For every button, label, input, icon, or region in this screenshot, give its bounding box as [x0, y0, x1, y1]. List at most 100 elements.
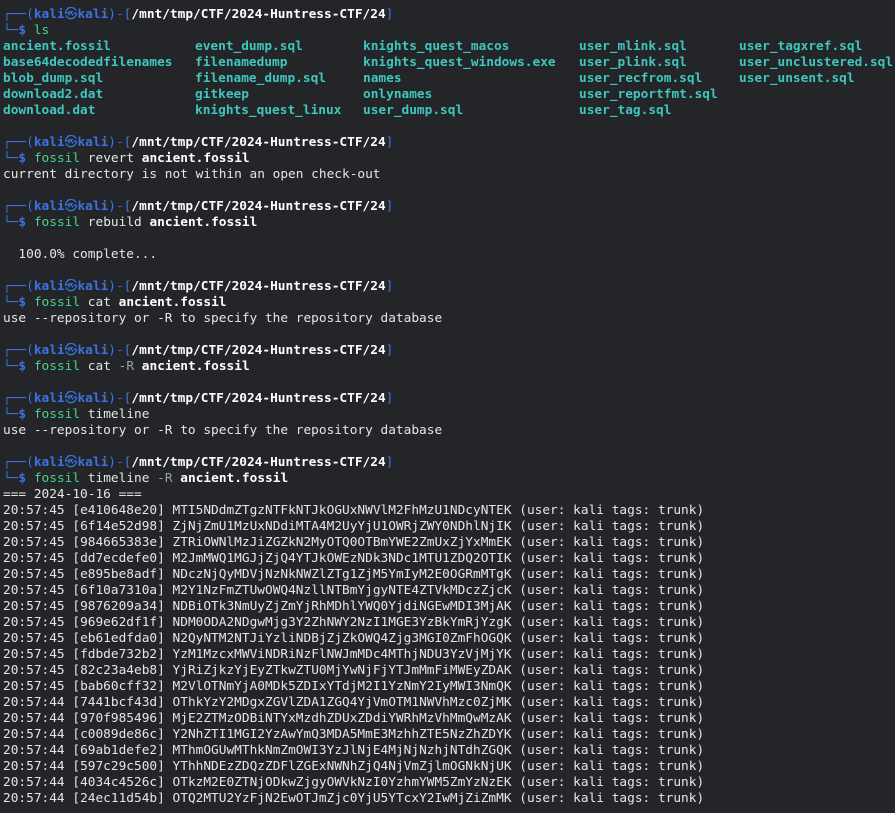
label: tags:: [604, 775, 658, 790]
timeline-user: kali: [573, 647, 604, 662]
command-arg: timeline: [87, 471, 150, 486]
bracket: ): [696, 759, 705, 774]
timeline-entry: 20:57:44 [69ab1defe2] MThmOGUwMThkNmZmOW…: [3, 743, 895, 759]
prompt-dollar: $: [18, 471, 34, 486]
prompt-cwd: /mnt/tmp/CTF/2024-Huntress-CTF/24: [131, 455, 386, 470]
bracket: [: [64, 759, 81, 774]
ls-file-item: user_recfrom.sql: [579, 71, 703, 86]
bracket: ]: [157, 567, 173, 582]
prompt-dollar: $: [18, 151, 34, 166]
prompt-user: kali: [33, 279, 65, 294]
timeline-hash: 597c29c500: [80, 759, 158, 774]
timeline-date-header: === 2024-10-16 ===: [3, 487, 895, 503]
prompt-box-char: ]: [385, 135, 394, 150]
command-name: fossil: [33, 151, 81, 166]
timeline-time: 20:57:44: [3, 727, 65, 742]
command-arg: timeline: [87, 407, 150, 422]
prompt-cwd: /mnt/tmp/CTF/2024-Huntress-CTF/24: [131, 391, 386, 406]
timeline-hash: bab60cff32: [80, 679, 158, 694]
bracket: ): [696, 503, 705, 518]
label: (user:: [511, 791, 574, 806]
prompt-cwd: /mnt/tmp/CTF/2024-Huntress-CTF/24: [131, 279, 386, 294]
label: tags:: [604, 727, 658, 742]
label: (user:: [511, 631, 574, 646]
bracket: [: [64, 743, 81, 758]
command-arg: cat: [87, 295, 111, 310]
ls-file-item: event_dump.sql: [195, 39, 303, 54]
bracket: ): [696, 679, 705, 694]
timeline-date: === 2024-10-16 ===: [3, 487, 142, 502]
timeline-entry: 20:57:45 [6f10a7310a] M2Y1NzFmZTUwOWQ4Nz…: [3, 583, 895, 599]
bracket: [: [64, 695, 81, 710]
prompt-cwd: /mnt/tmp/CTF/2024-Huntress-CTF/24: [131, 343, 386, 358]
timeline-hash: 6f14e52d98: [80, 519, 158, 534]
prompt-separator-icon: ㉿: [64, 199, 78, 214]
prompt-box-char: )-[: [108, 455, 132, 470]
timeline-hash: e895be8adf: [80, 567, 158, 582]
timeline-tags: trunk: [657, 711, 697, 726]
prompt-box-char: └─: [3, 215, 19, 230]
label: (user:: [511, 583, 574, 598]
timeline-entry: 20:57:44 [970f985496] MjE2ZTMzODBiNTYxMz…: [3, 711, 895, 727]
timeline-tags: trunk: [657, 775, 697, 790]
timeline-user: kali: [573, 695, 604, 710]
terminal-window[interactable]: ┌──(kali㉿kali)-[/mnt/tmp/CTF/2024-Huntre…: [3, 7, 895, 813]
timeline-hash: 4034c4526c: [80, 775, 158, 790]
prompt-host: kali: [77, 199, 109, 214]
prompt-box-char: └─: [3, 23, 19, 38]
timeline-tags: trunk: [657, 583, 697, 598]
timeline-comment: OTQ2MTU2YzFjN2EwOTJmZjc0YjU5YTcxY2IwMjZi…: [172, 791, 512, 806]
prompt-header: ┌──(kali㉿kali)-[/mnt/tmp/CTF/2024-Huntre…: [3, 455, 895, 471]
ls-file-item: knights_quest_macos: [363, 39, 510, 54]
prompt-box-char: )-[: [108, 343, 132, 358]
timeline-comment: MTI5NDdmZTgzNTFkNTJkOGUxNWVlM2FhMzU1NDcy…: [172, 503, 512, 518]
bracket: ]: [157, 775, 173, 790]
ls-file-item: filename_dump.sql: [195, 71, 326, 86]
timeline-comment: YThhNDEzZDQzZDFlZGExNWNhZjQ4NjVmZjlmOGNk…: [172, 759, 512, 774]
prompt-host: kali: [77, 135, 109, 150]
timeline-tags: trunk: [657, 535, 697, 550]
timeline-entry: 20:57:45 [82c23a4eb8] YjRiZjkzYjEyZTkwZT…: [3, 663, 895, 679]
bracket: ]: [157, 519, 173, 534]
bracket: [: [64, 615, 81, 630]
timeline-time: 20:57:45: [3, 535, 65, 550]
prompt-header: ┌──(kali㉿kali)-[/mnt/tmp/CTF/2024-Huntre…: [3, 391, 895, 407]
command-arg: ancient.fossil: [141, 359, 250, 374]
label: (user:: [511, 615, 574, 630]
timeline-time: 20:57:45: [3, 519, 65, 534]
timeline-time: 20:57:45: [3, 679, 65, 694]
timeline-comment: M2JmMWQ1MGJjZjQ4YTJkOWEzNDk3NDc1MTU1ZDQ2…: [172, 551, 512, 566]
prompt-user: kali: [33, 7, 65, 22]
command-name: ls: [33, 23, 50, 38]
ls-file-item: user_unsent.sql: [739, 71, 855, 86]
label: tags:: [604, 759, 658, 774]
prompt-box-char: ┌──(: [3, 391, 34, 406]
prompt-box-char: )-[: [108, 7, 132, 22]
timeline-user: kali: [573, 775, 604, 790]
prompt-user: kali: [33, 199, 65, 214]
ls-file-item: gitkeep: [195, 87, 249, 102]
timeline-entry: 20:57:45 [fdbde732b2] YzM1MzcxMWViNDRiNz…: [3, 647, 895, 663]
bracket: [: [64, 551, 81, 566]
label: (user:: [511, 535, 574, 550]
ls-file-item: blob_dump.sql: [3, 71, 104, 86]
label: tags:: [604, 743, 658, 758]
timeline-time: 20:57:44: [3, 759, 65, 774]
timeline-hash: 9876209a34: [80, 599, 158, 614]
prompt-host: kali: [77, 7, 109, 22]
timeline-time: 20:57:44: [3, 711, 65, 726]
bracket: ]: [157, 679, 173, 694]
timeline-comment: M2VlOTNmYjA0MDk5ZDIxYTdjM2I1YzNmY2IyMWI3…: [172, 679, 512, 694]
timeline-tags: trunk: [657, 631, 697, 646]
command-arg: ancient.fossil: [149, 215, 258, 230]
ls-file-item: onlynames: [363, 87, 433, 102]
output-text: use --repository or -R to specify the re…: [3, 311, 443, 326]
output-text: 100.0% complete...: [3, 247, 158, 262]
timeline-tags: trunk: [657, 615, 697, 630]
prompt-separator-icon: ㉿: [64, 343, 78, 358]
